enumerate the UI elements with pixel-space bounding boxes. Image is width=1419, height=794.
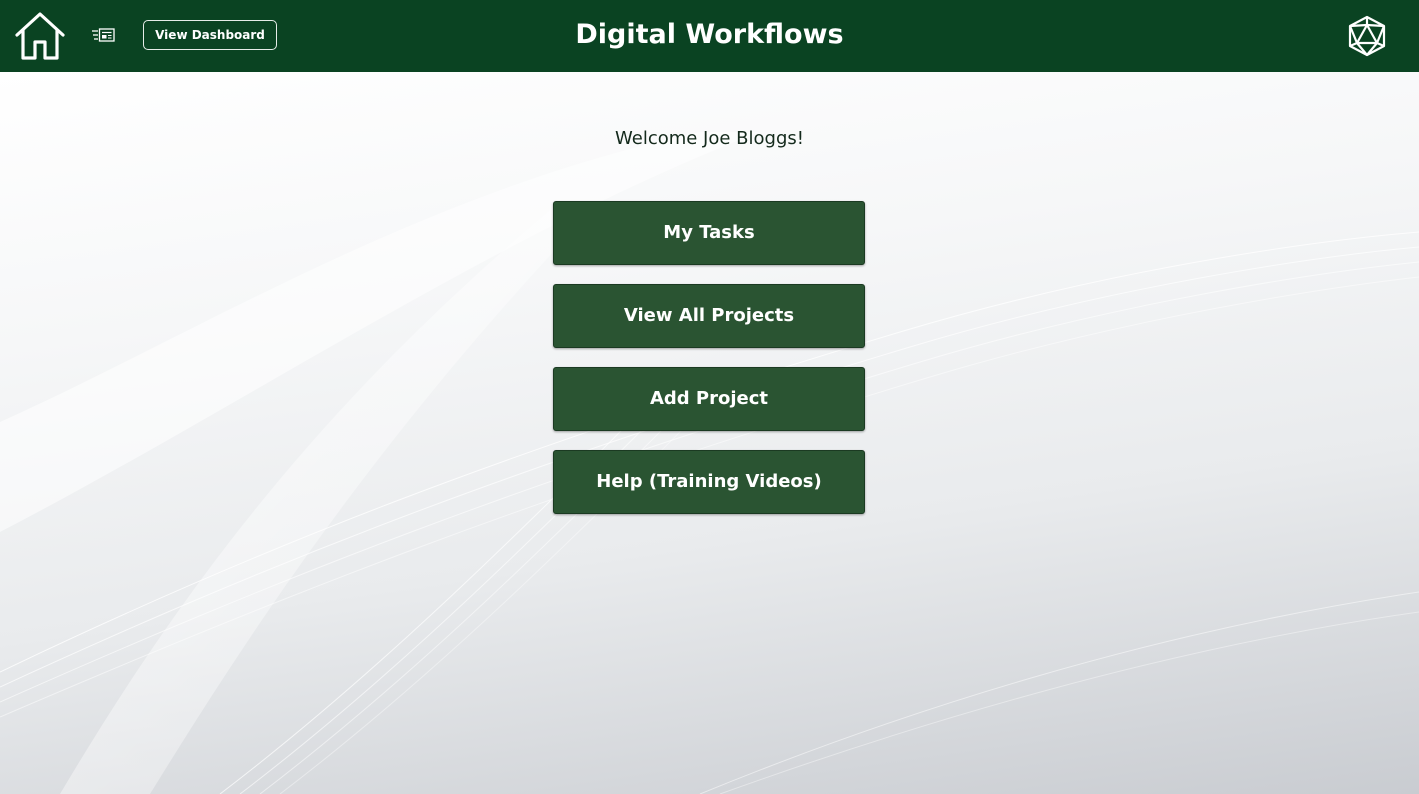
add-project-button[interactable]: Add Project (553, 367, 865, 431)
view-dashboard-button[interactable]: View Dashboard (143, 20, 277, 50)
my-tasks-button[interactable]: My Tasks (553, 201, 865, 265)
wave-background-decoration (0, 132, 1419, 794)
welcome-message: Welcome Joe Bloggs! (615, 128, 804, 149)
help-training-videos-button[interactable]: Help (Training Videos) (553, 450, 865, 514)
app-header: View Dashboard Digital Workflows (0, 0, 1419, 72)
home-icon[interactable] (14, 11, 66, 61)
view-all-projects-button[interactable]: View All Projects (553, 284, 865, 348)
main-background (0, 72, 1419, 794)
polyhedron-logo-icon (1348, 15, 1386, 57)
newspaper-icon[interactable] (91, 27, 116, 44)
